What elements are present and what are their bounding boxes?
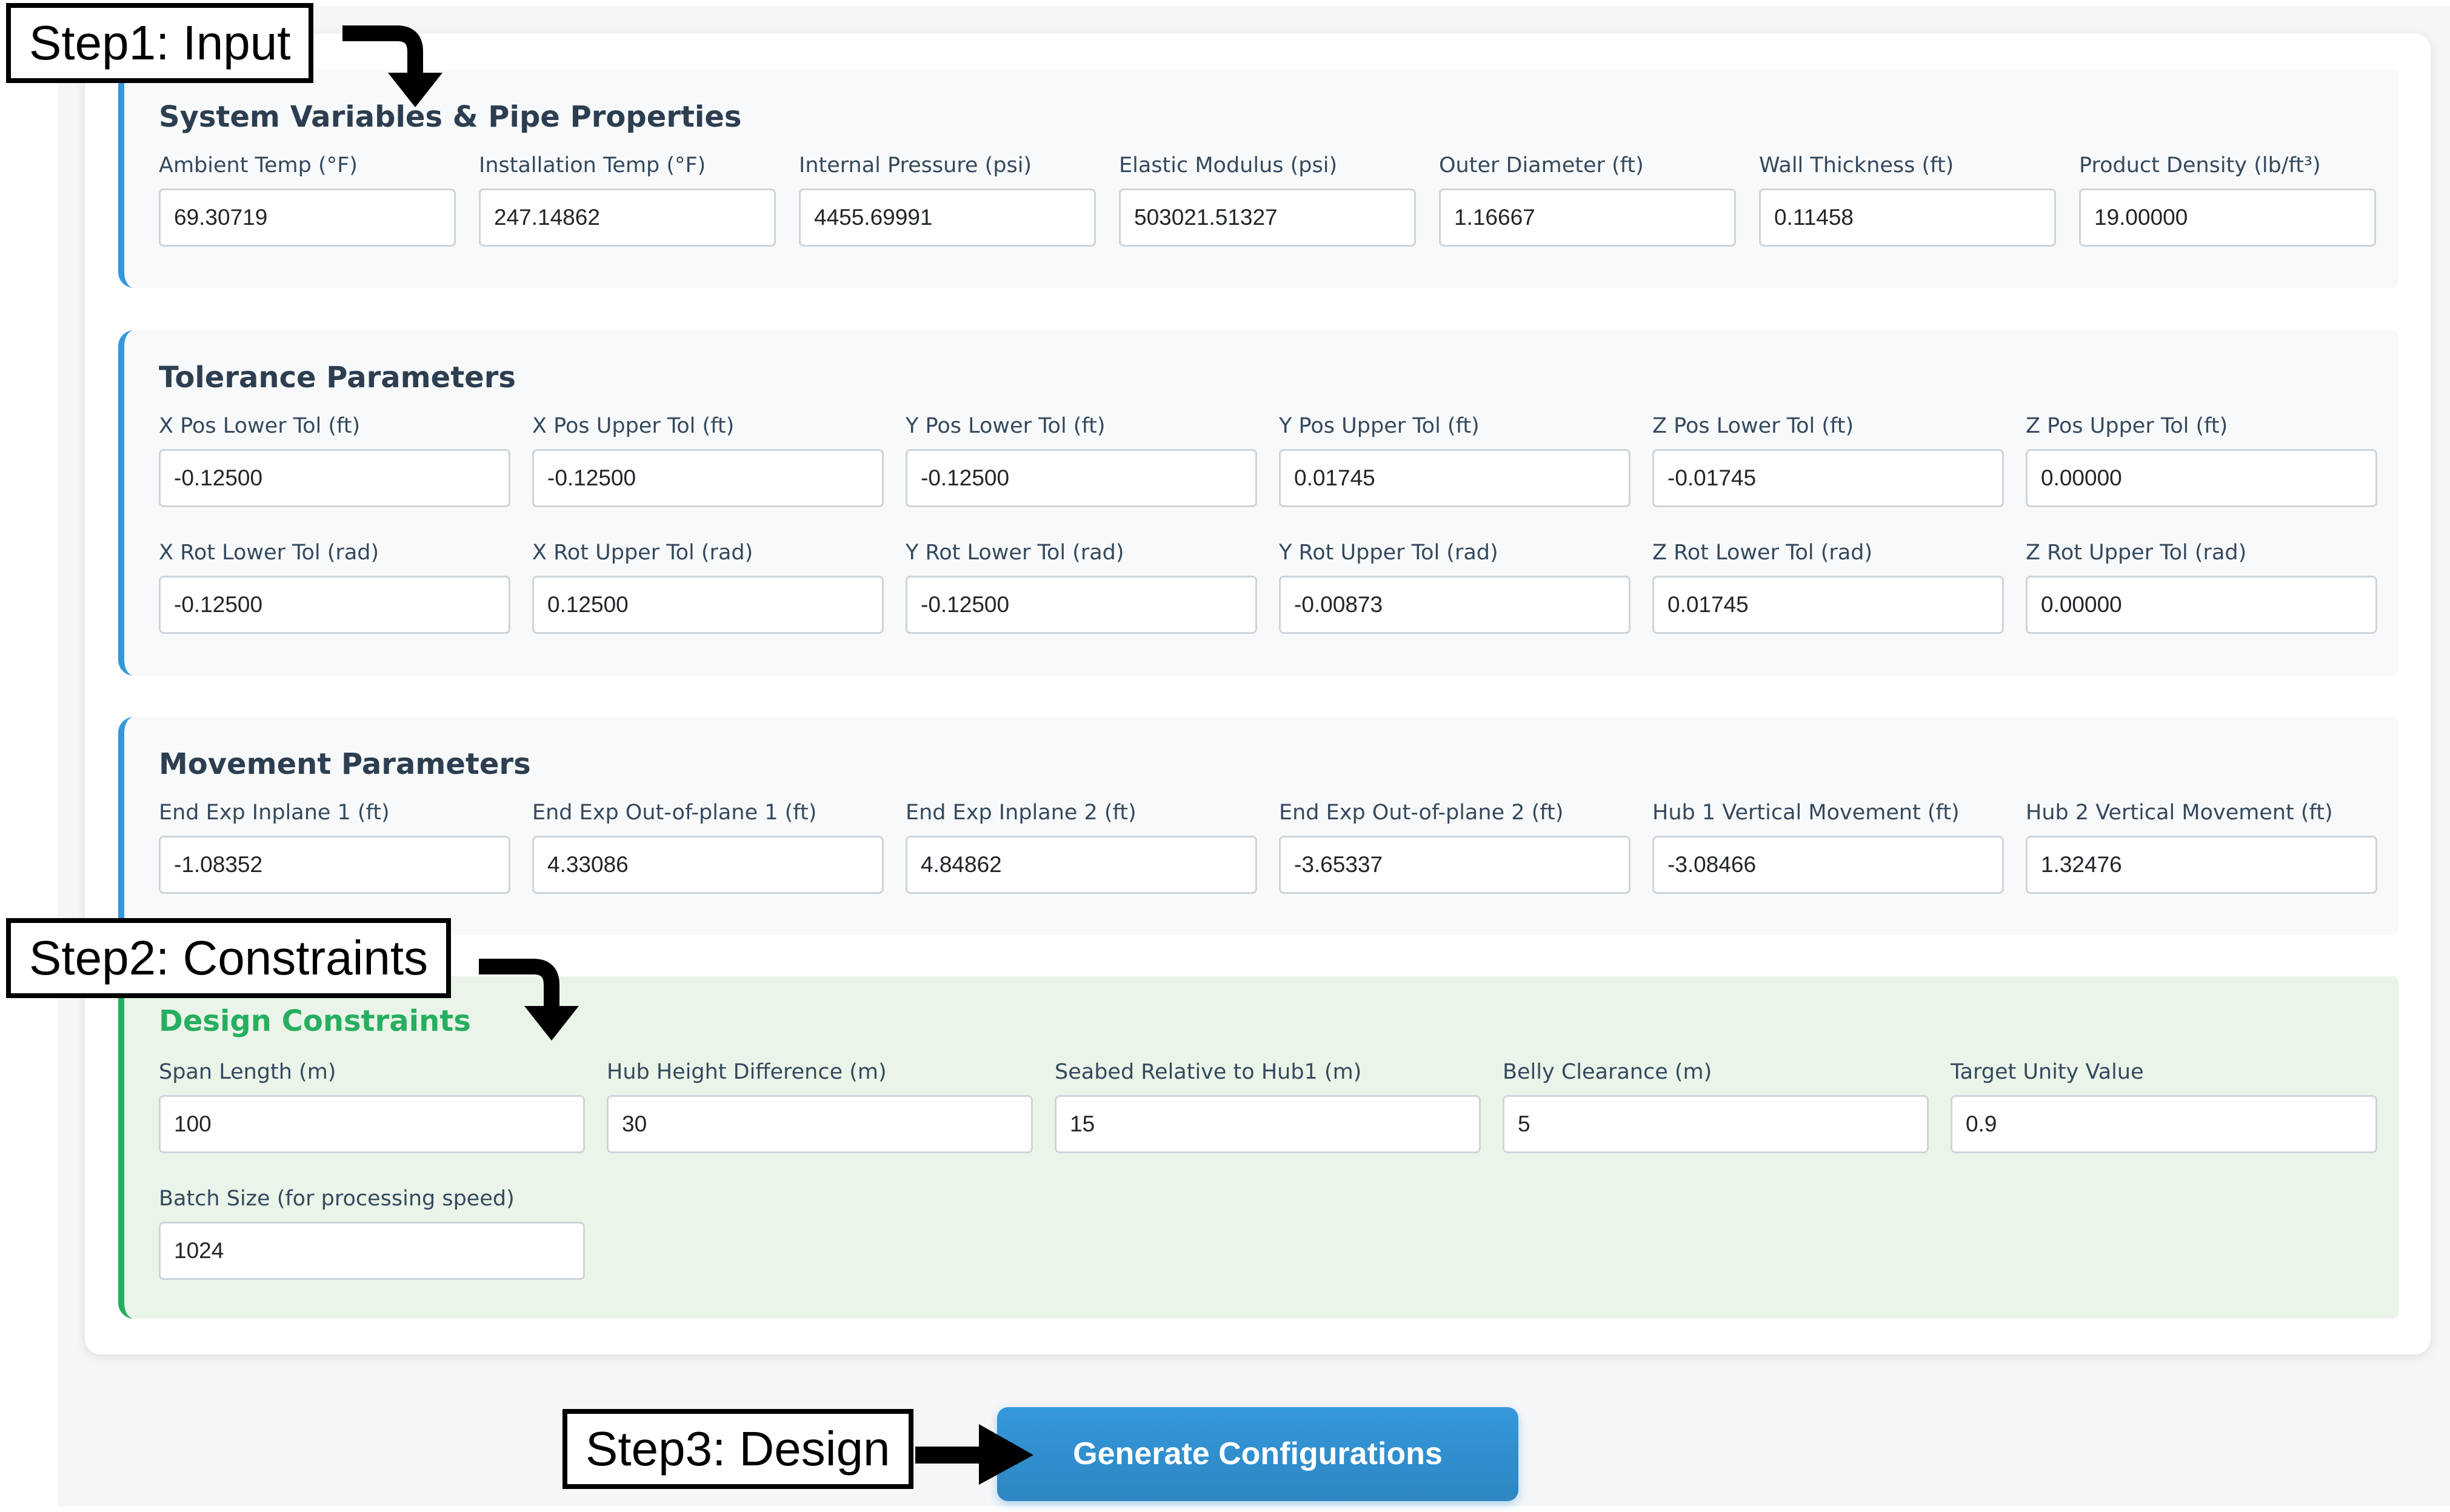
field-label: Hub 1 Vertical Movement (ft) — [1652, 801, 1960, 825]
design-constraints-section: Design Constraints Span Length (m) 100 H… — [118, 976, 2398, 1319]
field-label: Installation Temp (°F) — [479, 153, 706, 178]
belly-clearance-input[interactable]: 5 — [1503, 1095, 1929, 1153]
movement-section: Movement Parameters End Exp Inplane 1 (f… — [118, 717, 2398, 935]
step2-arrow-icon — [479, 959, 579, 1041]
field-label: Z Rot Upper Tol (rad) — [2026, 541, 2247, 565]
step2-callout: Step2: Constraints — [6, 918, 452, 998]
end-exp-inplane-2-input[interactable]: 4.84862 — [906, 836, 1257, 894]
field-label: Outer Diameter (ft) — [1439, 153, 1644, 178]
product-density-input[interactable]: 19.00000 — [2079, 188, 2376, 247]
hub-height-diff-input[interactable]: 30 — [607, 1095, 1033, 1153]
field-label: End Exp Inplane 1 (ft) — [159, 801, 390, 825]
field-label: Target Unity Value — [1951, 1060, 2144, 1084]
x-rot-lower-input[interactable]: -0.12500 — [159, 576, 510, 634]
field-label: Z Rot Lower Tol (rad) — [1652, 541, 1873, 565]
field-label: X Pos Upper Tol (ft) — [532, 414, 735, 438]
field-label: Span Length (m) — [159, 1060, 336, 1084]
wall-thickness-input[interactable]: 0.11458 — [1759, 188, 2056, 247]
field-label: Seabed Relative to Hub1 (m) — [1055, 1060, 1362, 1084]
end-exp-outplane-1-input[interactable]: 4.33086 — [532, 836, 884, 894]
y-pos-lower-input[interactable]: -0.12500 — [906, 449, 1257, 507]
y-rot-lower-input[interactable]: -0.12500 — [906, 576, 1257, 634]
batch-size-input[interactable]: 1024 — [159, 1222, 585, 1280]
z-pos-upper-input[interactable]: 0.00000 — [2026, 449, 2377, 507]
generate-configurations-button[interactable]: Generate Configurations — [997, 1407, 1518, 1501]
hub1-vertical-input[interactable]: -3.08466 — [1652, 836, 2004, 894]
internal-pressure-input[interactable]: 4455.69991 — [799, 188, 1096, 247]
field-label: X Pos Lower Tol (ft) — [159, 414, 361, 438]
field-label: Wall Thickness (ft) — [1759, 153, 1954, 178]
field-label: End Exp Out-of-plane 1 (ft) — [532, 801, 817, 825]
field-label: Y Rot Upper Tol (rad) — [1279, 541, 1498, 565]
field-label: Batch Size (for processing speed) — [159, 1187, 515, 1211]
field-label: Internal Pressure (psi) — [799, 153, 1032, 178]
span-length-input[interactable]: 100 — [159, 1095, 585, 1153]
y-rot-upper-input[interactable]: -0.00873 — [1279, 576, 1631, 634]
installation-temp-input[interactable]: 247.14862 — [479, 188, 776, 247]
field-label: End Exp Out-of-plane 2 (ft) — [1279, 801, 1564, 825]
field-label: Y Rot Lower Tol (rad) — [906, 541, 1124, 565]
field-label: Hub 2 Vertical Movement (ft) — [2026, 801, 2333, 825]
z-pos-lower-input[interactable]: -0.01745 — [1652, 449, 2004, 507]
ambient-temp-input[interactable]: 69.30719 — [159, 188, 456, 247]
field-label: Z Pos Lower Tol (ft) — [1652, 414, 1854, 438]
x-pos-upper-input[interactable]: -0.12500 — [532, 449, 884, 507]
section-title-tolerance: Tolerance Parameters — [159, 361, 516, 395]
end-exp-inplane-1-input[interactable]: -1.08352 — [159, 836, 510, 894]
target-unity-input[interactable]: 0.9 — [1951, 1095, 2377, 1153]
field-label: X Rot Lower Tol (rad) — [159, 541, 379, 565]
field-label: Y Pos Upper Tol (ft) — [1279, 414, 1480, 438]
step1-arrow-icon — [342, 25, 442, 107]
field-label: Y Pos Lower Tol (ft) — [906, 414, 1106, 438]
field-label: Hub Height Difference (m) — [607, 1060, 887, 1084]
tolerance-section: Tolerance Parameters X Pos Lower Tol (ft… — [118, 330, 2398, 676]
outer-diameter-input[interactable]: 1.16667 — [1439, 188, 1736, 247]
field-label: X Rot Upper Tol (rad) — [532, 541, 753, 565]
field-label: Elastic Modulus (psi) — [1119, 153, 1338, 178]
y-pos-upper-input[interactable]: 0.01745 — [1279, 449, 1631, 507]
step1-callout: Step1: Input — [6, 3, 314, 83]
step3-arrow-icon — [915, 1424, 1033, 1485]
field-label: Ambient Temp (°F) — [159, 153, 358, 178]
elastic-modulus-input[interactable]: 503021.51327 — [1119, 188, 1416, 247]
field-label: Z Pos Upper Tol (ft) — [2026, 414, 2228, 438]
step3-callout: Step3: Design — [562, 1409, 913, 1489]
field-label: Product Density (lb/ft³) — [2079, 153, 2321, 178]
section-title-constraints: Design Constraints — [159, 1004, 471, 1038]
section-title-movement: Movement Parameters — [159, 747, 531, 781]
x-rot-upper-input[interactable]: 0.12500 — [532, 576, 884, 634]
z-rot-upper-input[interactable]: 0.00000 — [2026, 576, 2377, 634]
seabed-relative-input[interactable]: 15 — [1055, 1095, 1481, 1153]
hub2-vertical-input[interactable]: 1.32476 — [2026, 836, 2377, 894]
field-label: Belly Clearance (m) — [1503, 1060, 1712, 1084]
section-title-system: System Variables & Pipe Properties — [159, 100, 742, 134]
z-rot-lower-input[interactable]: 0.01745 — [1652, 576, 2004, 634]
x-pos-lower-input[interactable]: -0.12500 — [159, 449, 510, 507]
system-variables-section: System Variables & Pipe Properties Ambie… — [118, 70, 2398, 288]
field-label: End Exp Inplane 2 (ft) — [906, 801, 1137, 825]
end-exp-outplane-2-input[interactable]: -3.65337 — [1279, 836, 1631, 894]
